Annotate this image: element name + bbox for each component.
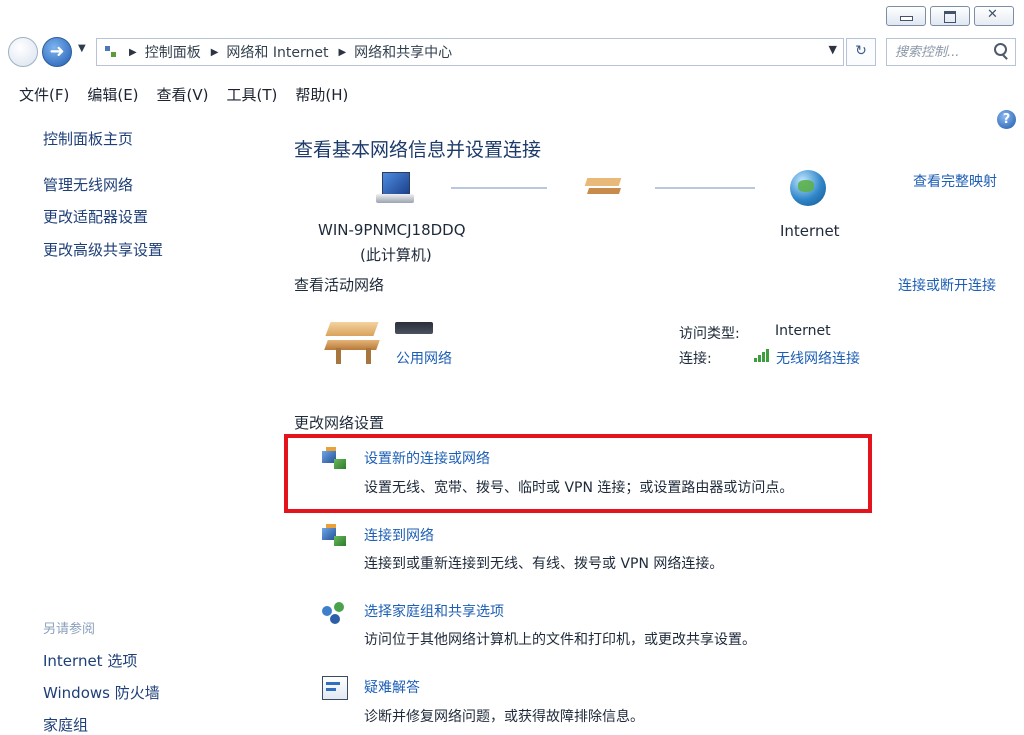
maximize-button[interactable] <box>930 6 970 26</box>
internet-globe-icon[interactable] <box>790 170 826 206</box>
sidebar-item-windows-firewall[interactable]: Windows 防火墙 <box>43 682 160 703</box>
breadcrumb-network-sharing-center[interactable]: 网络和共享中心 <box>354 42 452 62</box>
network-name-redacted <box>395 322 433 334</box>
search-box[interactable] <box>886 38 1016 66</box>
breadcrumb-separator-icon[interactable]: ▶ <box>211 47 219 58</box>
address-bar[interactable]: ▶ 控制面板 ▶ 网络和 Internet ▶ 网络和共享中心 ▼ <box>96 38 844 66</box>
network-type-link[interactable]: 公用网络 <box>396 348 452 368</box>
access-type-value: Internet <box>775 323 831 339</box>
computer-icon <box>376 170 416 208</box>
sidebar-item-homegroup[interactable]: 家庭组 <box>43 714 88 735</box>
change-settings-heading: 更改网络设置 <box>294 414 385 432</box>
refresh-button[interactable]: ↻ <box>846 38 876 66</box>
breadcrumb-separator-icon[interactable]: ▶ <box>129 47 137 58</box>
connect-network-icon <box>320 522 350 550</box>
see-also-heading: 另请参阅 <box>43 622 96 637</box>
setup-new-connection-desc: 设置无线、宽带、拨号、临时或 VPN 连接；或设置路由器或访问点。 <box>364 480 794 496</box>
sidebar-item-internet-options[interactable]: Internet 选项 <box>43 650 137 671</box>
sidebar-item-advanced-sharing[interactable]: 更改高级共享设置 <box>43 239 163 260</box>
connection-line <box>655 187 755 189</box>
menu-bar: 文件(F) 编辑(E) 查看(V) 工具(T) 帮助(H) <box>10 82 357 107</box>
forward-button[interactable]: ➜ <box>42 37 72 67</box>
wireless-connection-link[interactable]: 无线网络连接 <box>776 348 860 368</box>
public-network-bench-icon[interactable] <box>584 174 624 200</box>
wireless-signal-icon <box>754 349 770 362</box>
menu-view[interactable]: 查看(V) <box>148 82 218 107</box>
internet-label: Internet <box>780 222 840 240</box>
homegroup-sharing-link[interactable]: 选择家庭组和共享选项 <box>364 601 504 621</box>
breadcrumb-network-internet[interactable]: 网络和 Internet <box>226 42 328 62</box>
window-controls <box>886 6 1014 26</box>
troubleshoot-link[interactable]: 疑难解答 <box>364 677 420 697</box>
help-icon[interactable]: ? <box>997 110 1016 129</box>
minimize-button[interactable] <box>886 6 926 26</box>
page-title: 查看基本网络信息并设置连接 <box>294 139 542 161</box>
computer-subtitle: (此计算机) <box>360 246 432 264</box>
menu-help[interactable]: 帮助(H) <box>286 82 357 107</box>
sidebar-control-panel-home[interactable]: 控制面板主页 <box>43 128 133 149</box>
setup-new-connection-link[interactable]: 设置新的连接或网络 <box>364 448 490 468</box>
control-panel-icon <box>103 44 119 60</box>
computer-name: WIN-9PNMCJ18DDQ <box>318 221 466 239</box>
connection-line <box>451 187 547 189</box>
connect-to-network-desc: 连接到或重新连接到无线、有线、拨号或 VPN 网络连接。 <box>364 556 724 572</box>
highlight-box <box>284 434 872 513</box>
see-full-map-link[interactable]: 查看完整映射 <box>913 171 997 191</box>
new-connection-icon <box>320 445 350 473</box>
access-type-label: 访问类型: <box>679 326 740 342</box>
back-button[interactable] <box>8 37 38 67</box>
sidebar-item-adapter-settings[interactable]: 更改适配器设置 <box>43 206 148 227</box>
public-network-icon <box>322 318 386 368</box>
menu-tools[interactable]: 工具(T) <box>218 82 287 107</box>
address-dropdown-icon[interactable]: ▼ <box>829 43 837 56</box>
search-input[interactable] <box>893 42 989 62</box>
troubleshoot-desc: 诊断并修复网络问题，或获得故障排除信息。 <box>364 709 644 725</box>
breadcrumb-separator-icon[interactable]: ▶ <box>338 47 346 58</box>
recent-pages-dropdown-icon[interactable]: ▼ <box>78 43 86 54</box>
troubleshoot-icon <box>320 674 350 702</box>
sidebar-item-manage-wireless[interactable]: 管理无线网络 <box>43 174 133 195</box>
breadcrumb-control-panel[interactable]: 控制面板 <box>145 42 201 62</box>
search-icon[interactable] <box>994 43 1007 56</box>
connect-to-network-link[interactable]: 连接到网络 <box>364 525 434 545</box>
homegroup-icon <box>320 598 350 626</box>
close-button[interactable] <box>974 6 1014 26</box>
menu-file[interactable]: 文件(F) <box>10 82 78 107</box>
navigation-bar: ➜ ▼ ▶ 控制面板 ▶ 网络和 Internet ▶ 网络和共享中心 ▼ ↻ <box>0 34 1024 70</box>
connect-disconnect-link[interactable]: 连接或断开连接 <box>898 275 996 295</box>
connection-label: 连接: <box>679 351 712 367</box>
homegroup-sharing-desc: 访问位于其他网络计算机上的文件和打印机，或更改共享设置。 <box>364 632 756 648</box>
active-networks-heading: 查看活动网络 <box>294 276 385 294</box>
menu-edit[interactable]: 编辑(E) <box>78 82 147 107</box>
